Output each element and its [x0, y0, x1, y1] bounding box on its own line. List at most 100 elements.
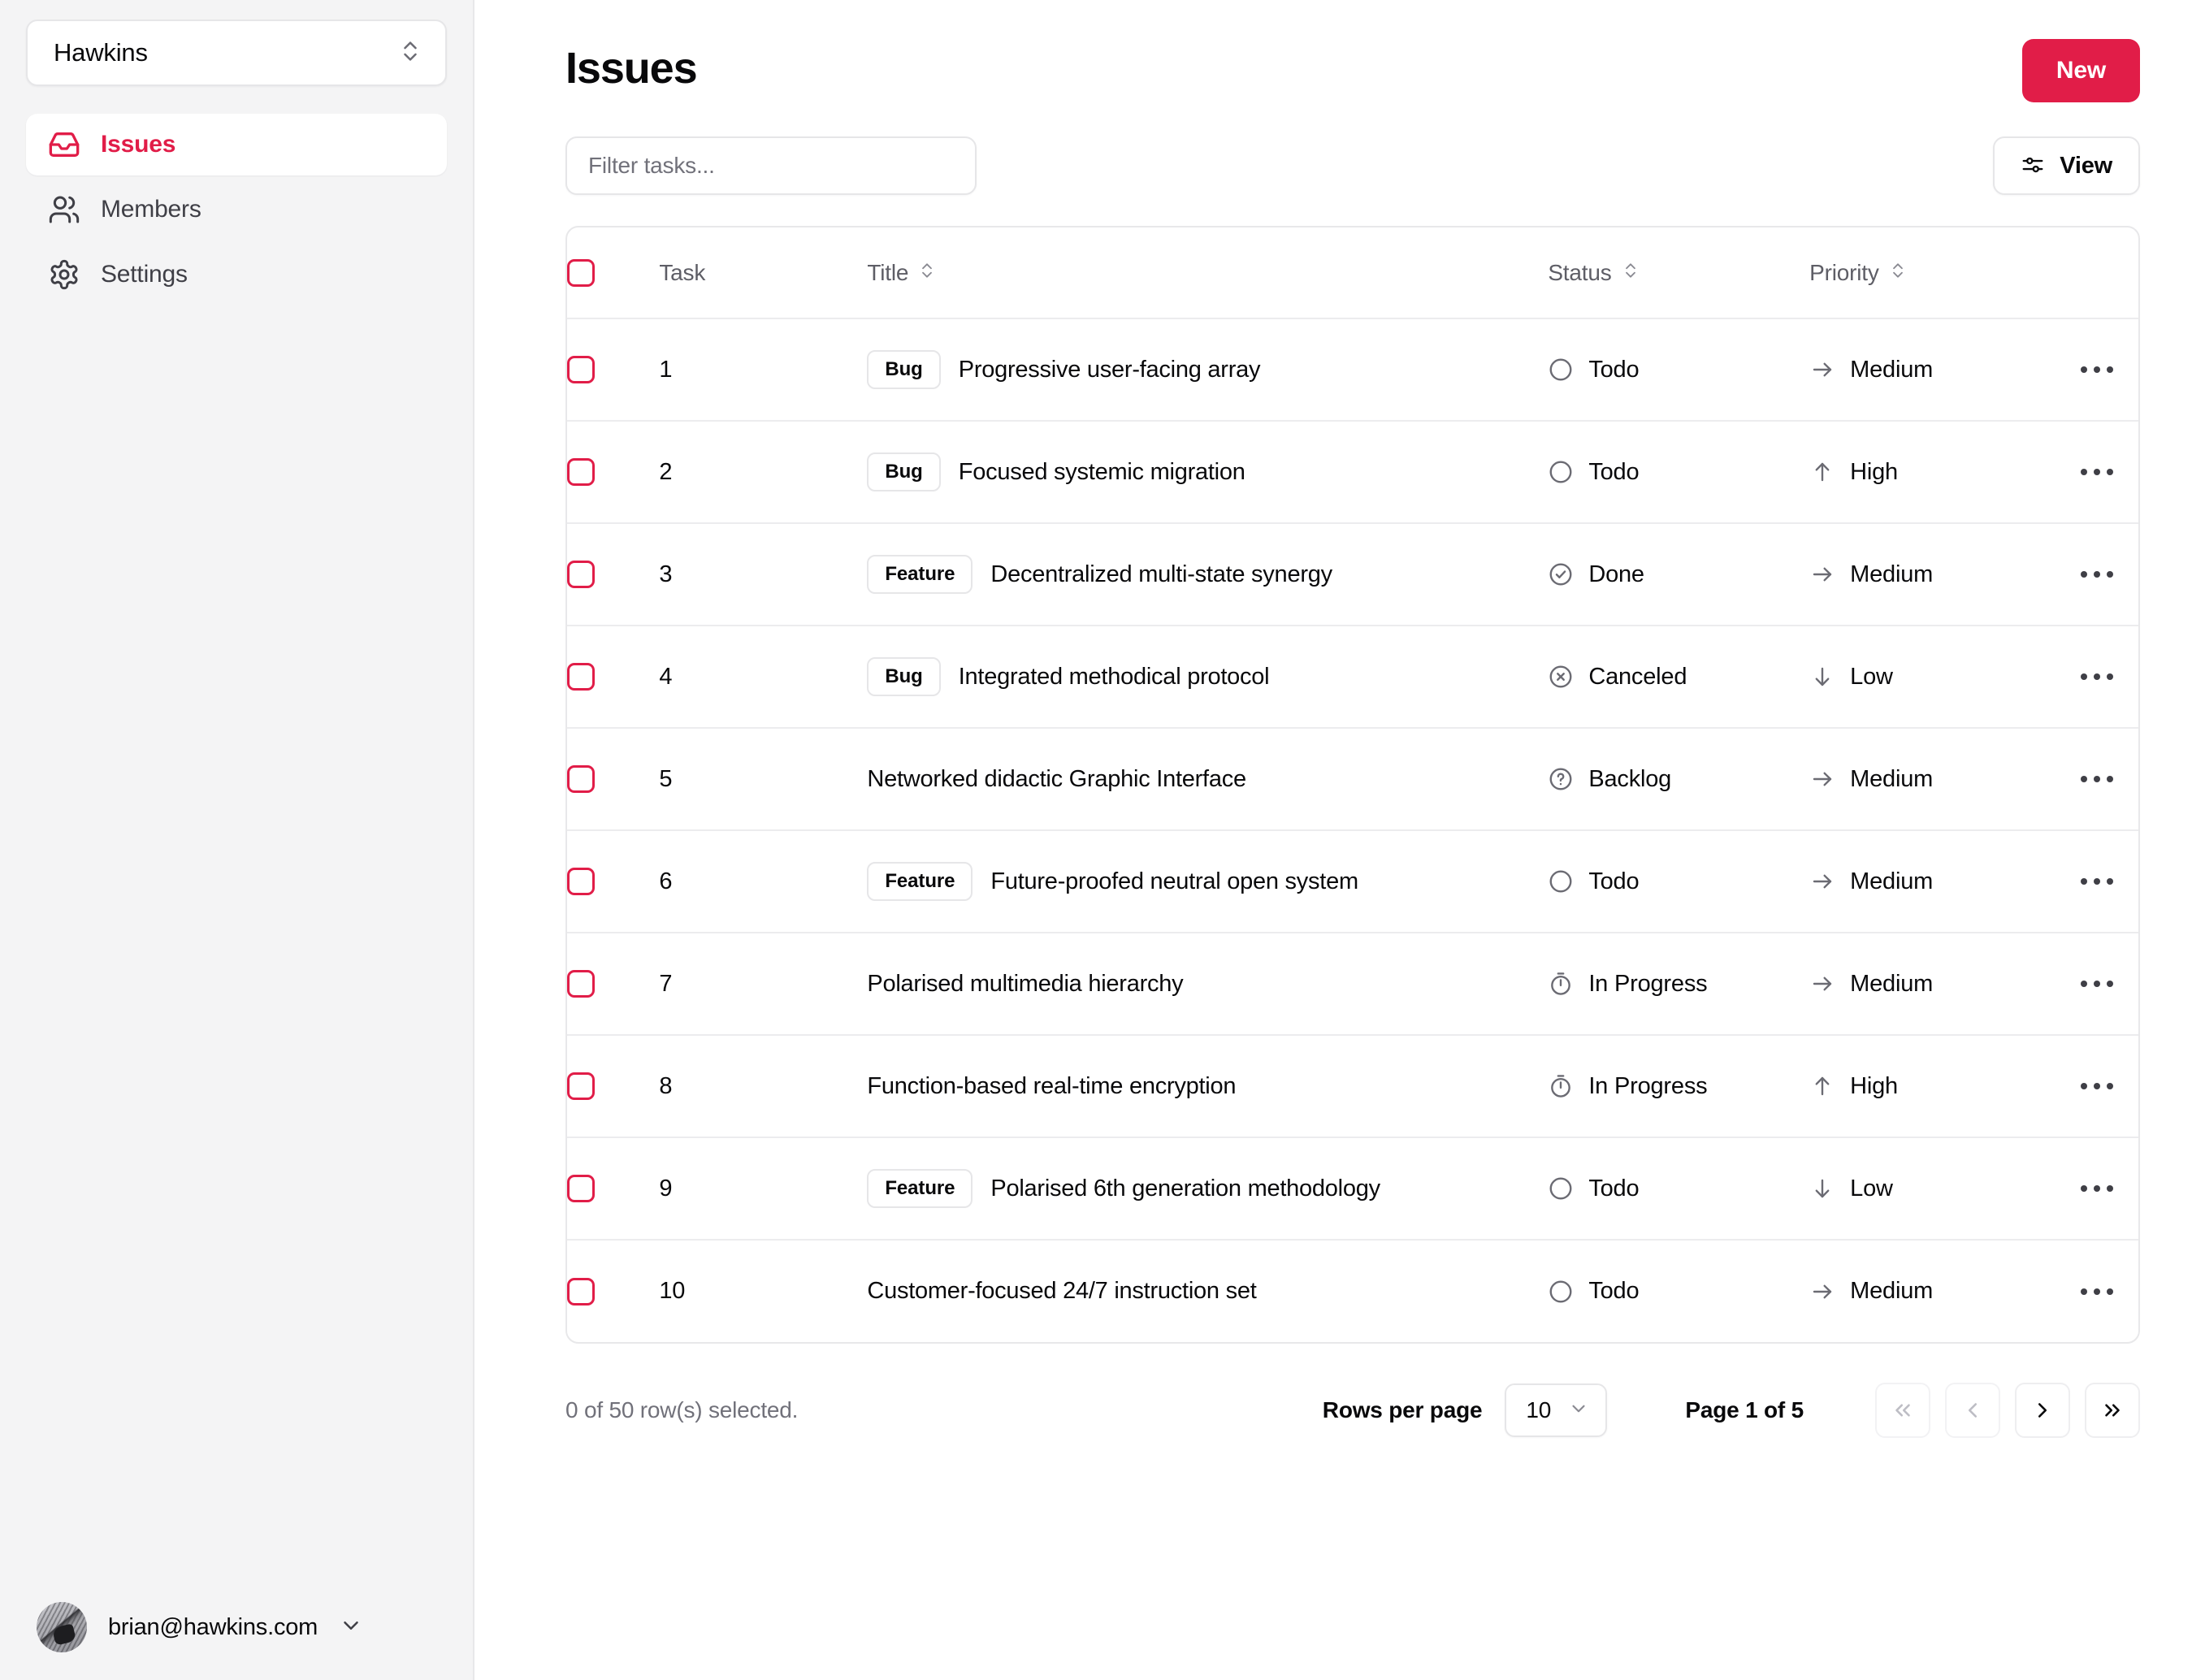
priority-label: Medium: [1850, 868, 1934, 894]
page-header: Issues New: [565, 39, 2140, 102]
row-checkbox[interactable]: [567, 458, 595, 486]
row-checkbox[interactable]: [567, 1072, 595, 1100]
select-all-checkbox[interactable]: [567, 258, 595, 287]
select-all-header: [567, 227, 660, 319]
sidebar-top: Hawkins: [0, 0, 473, 86]
row-checkbox[interactable]: [567, 663, 595, 691]
column-header-priority[interactable]: Priority: [1809, 227, 2056, 319]
status-label: Done: [1588, 561, 1644, 587]
table-row[interactable]: 2 Bug Focused systemic migration Todo Hi…: [567, 421, 2138, 524]
row-more-menu-button[interactable]: [2066, 969, 2128, 998]
column-header-actions: [2056, 227, 2138, 319]
column-header-task: Task: [659, 227, 868, 319]
row-select-cell: [567, 933, 660, 1036]
next-page-button[interactable]: [2015, 1383, 2070, 1438]
table-row[interactable]: 6 Feature Future-proofed neutral open sy…: [567, 830, 2138, 933]
row-actions-cell: [2056, 933, 2138, 1036]
issue-title: Focused systemic migration: [958, 458, 1245, 485]
view-options-button[interactable]: View: [1993, 136, 2140, 195]
sidebar-item-label: Members: [101, 196, 201, 223]
sidebar-item-settings[interactable]: Settings: [26, 244, 447, 305]
column-header-title[interactable]: Title: [867, 227, 1549, 319]
table-row[interactable]: 7 Polarised multimedia hierarchy In Prog…: [567, 933, 2138, 1036]
table-toolbar: View: [565, 136, 2140, 195]
row-select-cell: [567, 728, 660, 831]
row-more-menu-button[interactable]: [2066, 867, 2128, 896]
table-row[interactable]: 10 Customer-focused 24/7 instruction set…: [567, 1240, 2138, 1342]
table-row[interactable]: 5 Networked didactic Graphic Interface B…: [567, 728, 2138, 831]
arrow-right-icon: [1809, 766, 1835, 792]
row-checkbox[interactable]: [567, 1277, 595, 1305]
issue-title: Integrated methodical protocol: [958, 663, 1270, 690]
row-checkbox[interactable]: [567, 970, 595, 998]
row-checkbox[interactable]: [567, 1175, 595, 1202]
row-actions-cell: [2056, 830, 2138, 933]
priority-cell: Medium: [1809, 933, 2056, 1036]
table-row[interactable]: 9 Feature Polarised 6th generation metho…: [567, 1137, 2138, 1241]
row-more-menu-button[interactable]: [2066, 662, 2128, 691]
column-header-status[interactable]: Status: [1548, 227, 1810, 319]
priority-cell: Low: [1809, 626, 2056, 729]
circle-icon: [1548, 868, 1574, 894]
column-label: Status: [1548, 259, 1612, 285]
sidebar-item-members[interactable]: Members: [26, 179, 447, 240]
status-label: Canceled: [1588, 663, 1687, 690]
new-button[interactable]: New: [2021, 39, 2140, 102]
avatar: [37, 1602, 87, 1652]
row-more-menu-button[interactable]: [2066, 355, 2128, 384]
row-checkbox[interactable]: [567, 765, 595, 793]
last-page-button[interactable]: [2085, 1383, 2140, 1438]
task-id: 1: [659, 356, 673, 383]
table-row[interactable]: 4 Bug Integrated methodical protocol Can…: [567, 626, 2138, 729]
filter-tasks-input[interactable]: [565, 136, 977, 195]
task-id-cell: 10: [659, 1240, 867, 1342]
task-id-cell: 2: [659, 421, 868, 524]
title-cell: Feature Polarised 6th generation methodo…: [867, 1137, 1549, 1241]
row-checkbox[interactable]: [567, 561, 595, 588]
arrow-down-icon: [1809, 664, 1835, 690]
row-more-menu-button[interactable]: [2066, 1072, 2128, 1101]
issue-title: Function-based real-time encryption: [867, 1072, 1237, 1099]
table-row[interactable]: 3 Feature Decentralized multi-state syne…: [567, 523, 2138, 626]
rows-per-page-select[interactable]: 10: [1505, 1383, 1608, 1437]
status-cell: Todo: [1548, 830, 1810, 933]
row-more-menu-button[interactable]: [2066, 1277, 2128, 1306]
org-switcher[interactable]: Hawkins: [26, 19, 447, 86]
issue-title: Decentralized multi-state synergy: [990, 561, 1332, 587]
priority-cell: High: [1809, 421, 2056, 524]
status-cell: Todo: [1548, 318, 1810, 422]
row-more-menu-button[interactable]: [2066, 560, 2128, 589]
status-cell: In Progress: [1548, 933, 1810, 1036]
table-row[interactable]: 1 Bug Progressive user-facing array Todo…: [567, 318, 2138, 422]
chevron-down-icon: [1568, 1398, 1589, 1423]
status-label: Backlog: [1588, 765, 1672, 792]
task-id: 6: [659, 868, 673, 894]
issue-title: Polarised 6th generation methodology: [990, 1175, 1380, 1202]
priority-cell: Medium: [1809, 523, 2056, 626]
row-more-menu-button[interactable]: [2066, 764, 2128, 794]
status-label: Todo: [1588, 356, 1640, 383]
table-header-row: Task Title Status Priority: [567, 227, 2138, 319]
title-cell: Customer-focused 24/7 instruction set: [867, 1240, 1548, 1342]
sidebar-item-issues[interactable]: Issues: [26, 114, 447, 175]
circle-icon: [1548, 1279, 1574, 1305]
issues-table: Task Title Status Priority 1 Bug Progres…: [565, 226, 2140, 1344]
priority-label: Low: [1850, 663, 1893, 690]
user-menu-button[interactable]: brian@hawkins.com: [0, 1602, 474, 1680]
row-more-menu-button[interactable]: [2066, 457, 2128, 487]
priority-label: Medium: [1850, 356, 1934, 383]
status-cell: Canceled: [1548, 626, 1810, 729]
row-more-menu-button[interactable]: [2066, 1174, 2128, 1203]
table-row[interactable]: 8 Function-based real-time encryption In…: [567, 1035, 2138, 1138]
previous-page-button[interactable]: [1945, 1383, 2000, 1438]
first-page-button[interactable]: [1875, 1383, 1930, 1438]
task-id: 4: [659, 663, 673, 690]
app-root: Hawkins Issues Members Settings brian@ha…: [0, 0, 2205, 1680]
timer-icon: [1548, 971, 1574, 997]
row-actions-cell: [2056, 421, 2138, 524]
arrow-right-icon: [1809, 971, 1835, 997]
task-id: 10: [659, 1278, 686, 1304]
row-checkbox[interactable]: [567, 868, 595, 895]
column-label: Task: [659, 259, 706, 285]
row-checkbox[interactable]: [567, 356, 595, 383]
